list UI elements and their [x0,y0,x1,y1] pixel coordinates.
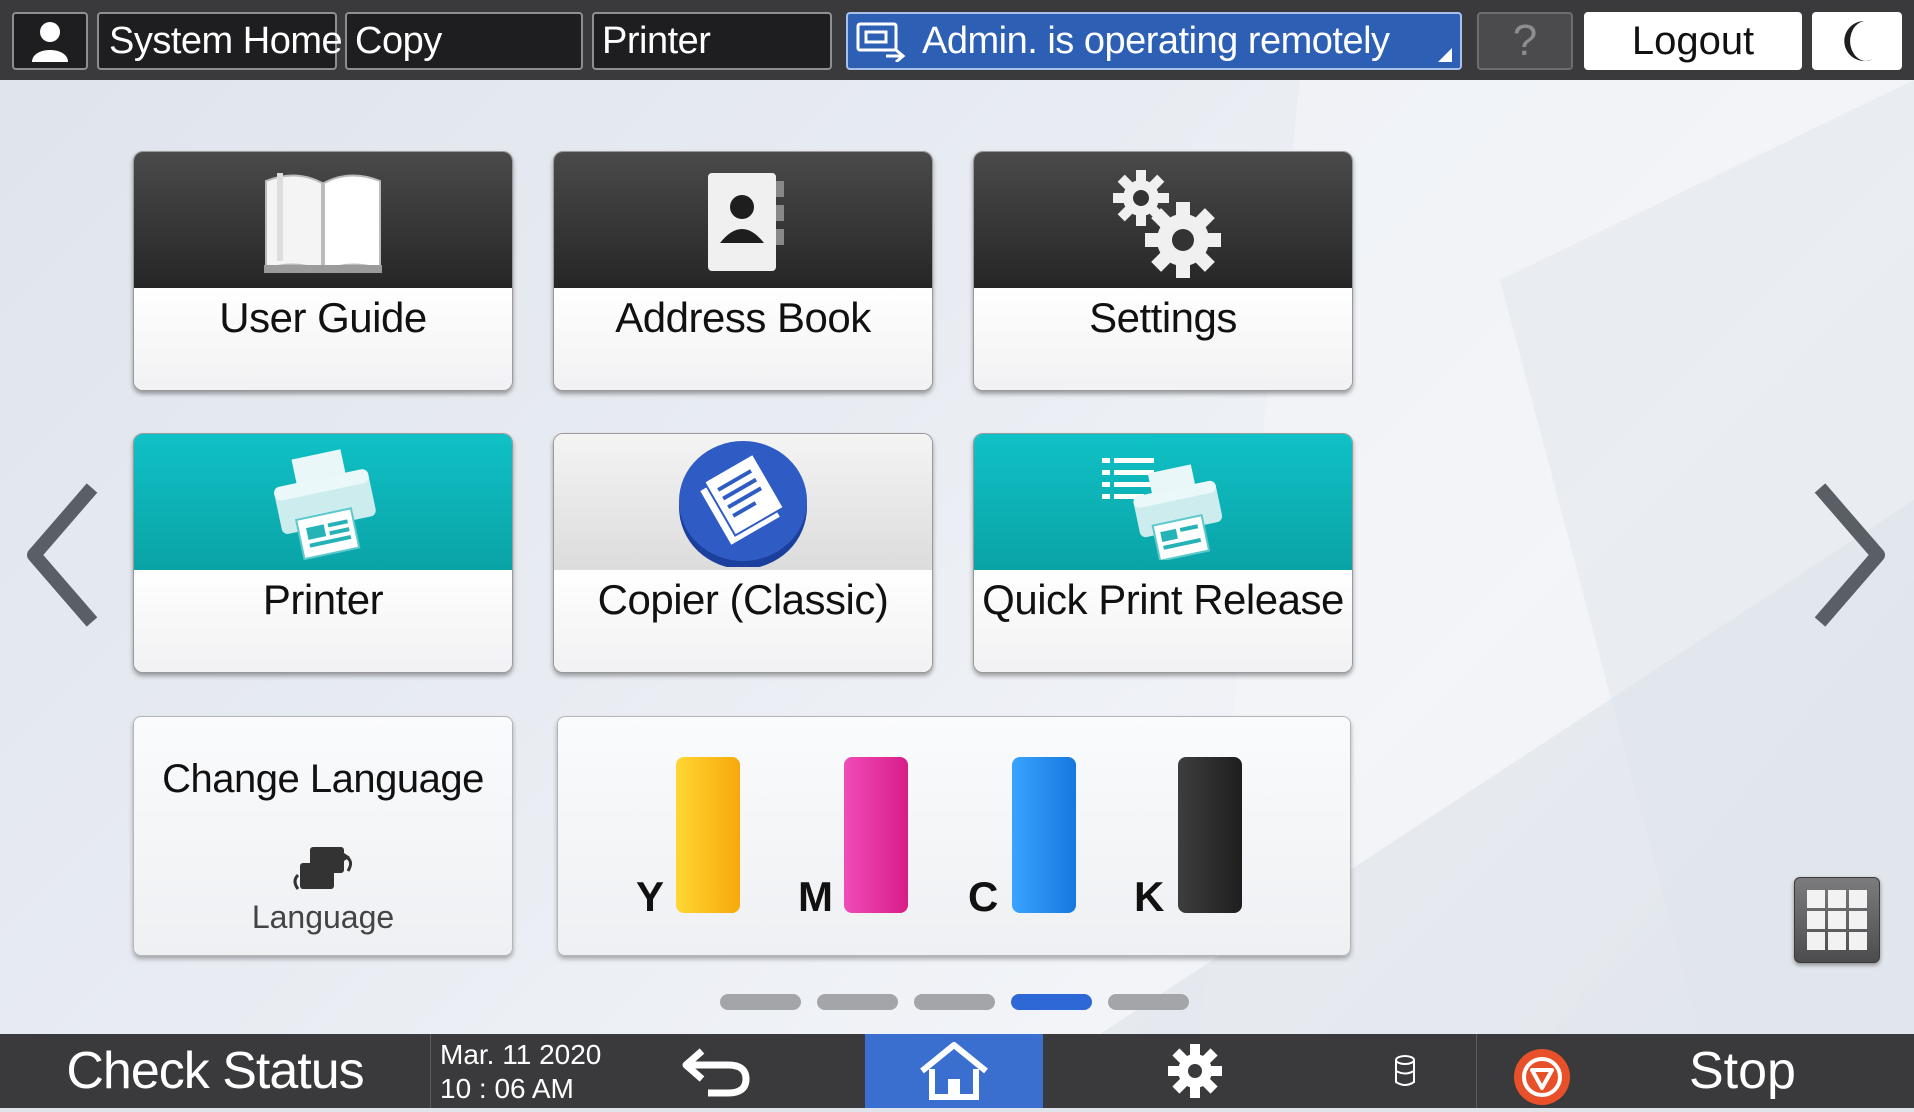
energy-saver-button[interactable] [1812,12,1902,70]
toner-letter-yellow: Y [636,873,665,920]
settings-tile[interactable]: Settings [973,151,1353,391]
logout-button[interactable]: Logout [1584,12,1802,70]
back-arrow-icon [682,1048,750,1097]
stop-button[interactable]: Stop [1476,1034,1914,1108]
page-dot-5[interactable] [1108,994,1189,1010]
copier-classic-tile[interactable]: Copier (Classic) [553,433,933,673]
change-language-title: Change Language [162,757,484,801]
tile-label: Copier (Classic) [597,576,889,623]
system-home-label: System Home [109,19,343,62]
database-icon [1395,1055,1415,1086]
tile-label: Printer [262,576,384,623]
date-text: Mar. 11 2020 [440,1039,602,1070]
settings-button[interactable] [1140,1034,1250,1108]
logout-label: Logout [1631,18,1755,63]
gear-icon [1168,1044,1222,1098]
app-list-button[interactable] [1794,877,1880,963]
quick-print-icon [1102,458,1223,560]
copier-icon [679,441,807,567]
home-button[interactable] [865,1034,1043,1108]
page-dot-3[interactable] [914,994,995,1010]
book-icon [264,173,382,273]
quick-print-release-tile[interactable]: Quick Print Release [973,433,1353,673]
tile-label: Quick Print Release [982,576,1344,623]
previous-page-arrow-icon[interactable] [22,480,102,630]
home-icon [920,1042,988,1100]
date-time-display: Mar. 11 2020 10 : 06 AM [440,1038,601,1106]
address-book-icon [708,173,784,271]
moon-icon [1844,20,1873,61]
printer-label: Printer [602,19,711,62]
change-language-widget[interactable]: Change Language Language [133,716,513,956]
corner-arrow-icon [1438,48,1452,62]
remote-status-label: Admin. is operating remotely [922,19,1390,62]
user-guide-tile[interactable]: User Guide [133,151,513,391]
stop-label: Stop [1689,1042,1796,1100]
tile-label: Address Book [615,294,871,341]
toner-letter-black: K [1134,873,1165,920]
user-icon [32,22,68,62]
language-switch-icon [293,847,353,890]
language-label: Language [251,899,395,935]
check-status-button[interactable]: Check Status [0,1034,431,1108]
address-book-tile[interactable]: Address Book [553,151,933,391]
gears-icon [1113,170,1221,278]
help-label: ? [1512,16,1538,65]
next-page-arrow-icon[interactable] [1810,480,1890,630]
page-dot-1[interactable] [720,994,801,1010]
data-storage-indicator [1380,1034,1430,1108]
remote-operation-status[interactable]: Admin. is operating remotely [846,12,1462,70]
page-indicator [720,994,1189,1012]
toner-level-widget[interactable]: Y M C K [557,716,1351,956]
bottom-bar: Check Status Mar. 11 2020 10 : 06 AM Sto… [0,1034,1914,1112]
top-bar: System Home Copy Printer Admin. is opera… [0,0,1914,80]
copy-button[interactable]: Copy [345,12,583,70]
printer-tile[interactable]: Printer [133,433,513,673]
printer-button[interactable]: Printer [592,12,832,70]
toner-letter-cyan: C [968,873,999,920]
copy-label: Copy [355,19,442,62]
grid-icon [1807,890,1867,950]
back-button[interactable] [662,1034,772,1108]
printer-icon [274,449,376,560]
tile-label: Settings [1089,294,1237,341]
toner-bar-yellow [676,757,740,913]
toner-bar-cyan [1012,757,1076,913]
toner-bar-black [1178,757,1242,913]
toner-letter-magenta: M [798,873,833,920]
system-home-button[interactable]: System Home [97,12,343,70]
help-button[interactable]: ? [1477,12,1573,70]
page-dot-2[interactable] [817,994,898,1010]
remote-operation-icon [856,22,906,62]
stop-icon [1514,1049,1570,1105]
toner-bar-magenta [844,757,908,913]
home-screen: System Home Copy Printer Admin. is opera… [0,0,1914,1112]
page-dot-4-current[interactable] [1011,994,1092,1010]
user-button[interactable] [12,12,88,70]
tile-label: User Guide [219,294,427,341]
time-text: 10 : 06 AM [440,1073,574,1104]
bottom-edge [0,1108,1914,1112]
